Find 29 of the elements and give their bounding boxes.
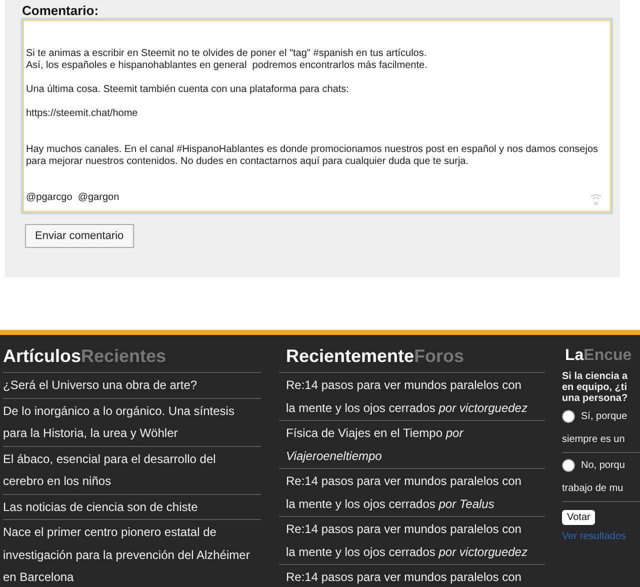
submit-comment-button[interactable]: Enviar comentario bbox=[25, 224, 134, 248]
wifi-icon bbox=[590, 193, 602, 205]
poll-question: Si la ciencia a bbox=[562, 371, 629, 382]
poll-option: No, porqu bbox=[581, 458, 625, 472]
radio-button[interactable] bbox=[562, 458, 575, 472]
section-title: Recientemente bbox=[286, 347, 414, 365]
poll-option: Sí, porque bbox=[581, 408, 628, 424]
article-link[interactable]: El ábaco, esencial para el desarrollo del cerebro en los niños bbox=[3, 448, 253, 492]
article-link[interactable]: Nace el primer centro pionero estatal de investigación para la prevención del Alzhéimer en Barcelona bbox=[3, 521, 253, 587]
section-subtitle: Recientes bbox=[81, 347, 166, 365]
poll-option: siempre es un bbox=[562, 428, 640, 452]
comment-field[interactable]: Si te animas a escribir en Steemit no te olvides de poner el "tag" #spanish en tus artículos. Así, los españoles e hispanohablantes en general podremos encontrarlos más facilmente. Una última cosa. Steemit también cuenta con una plataforma para chats: https://steemit.chat/home Hay muchos canales. En el canal #HispanoHablantes es donde promocionamos nuestros post en español y nos damos consejos para mejorar nuestros contenidos. No dudes en contactarnos aquí para cualquier duda que te surja. @pgarcgo @gargon bbox=[22, 19, 612, 213]
vote-button[interactable]: Votar bbox=[562, 510, 596, 525]
poll-question: en equipo, ¿ti bbox=[562, 382, 628, 393]
article-link[interactable]: Las noticias de ciencia son de chiste bbox=[3, 496, 253, 518]
forum-link[interactable]: Re:14 pasos para ver mundos paralelos con la mente y los ojos cerrados por Tealus bbox=[286, 470, 532, 515]
article-link[interactable]: De lo inorgánico a lo orgánico. Una síntesis para la Historia, la urea y Wöhler bbox=[3, 400, 253, 444]
poll-question: una persona? bbox=[562, 393, 629, 404]
article-link[interactable]: ¿Será el Universo una obra de arte? bbox=[3, 374, 253, 396]
radio-button[interactable] bbox=[562, 410, 575, 422]
section-subtitle: Encue bbox=[584, 347, 632, 365]
forum-link[interactable]: Re:14 pasos para ver mundos paralelos con la mente y los ojos cerrados por victorguedez bbox=[286, 518, 532, 563]
section-title: La bbox=[565, 347, 584, 365]
forum-link[interactable]: Física de Viajes en el Tiempo por Viajeroeneltiempo bbox=[286, 422, 532, 467]
poll-option: trabajo de mu bbox=[562, 477, 640, 501]
section-subtitle: Foros bbox=[414, 347, 464, 365]
section-title: Artículos bbox=[3, 347, 82, 365]
forum-link[interactable]: Re:14 pasos para ver mundos paralelos con bbox=[286, 566, 532, 587]
comment-label: Comentario: bbox=[22, 4, 100, 18]
